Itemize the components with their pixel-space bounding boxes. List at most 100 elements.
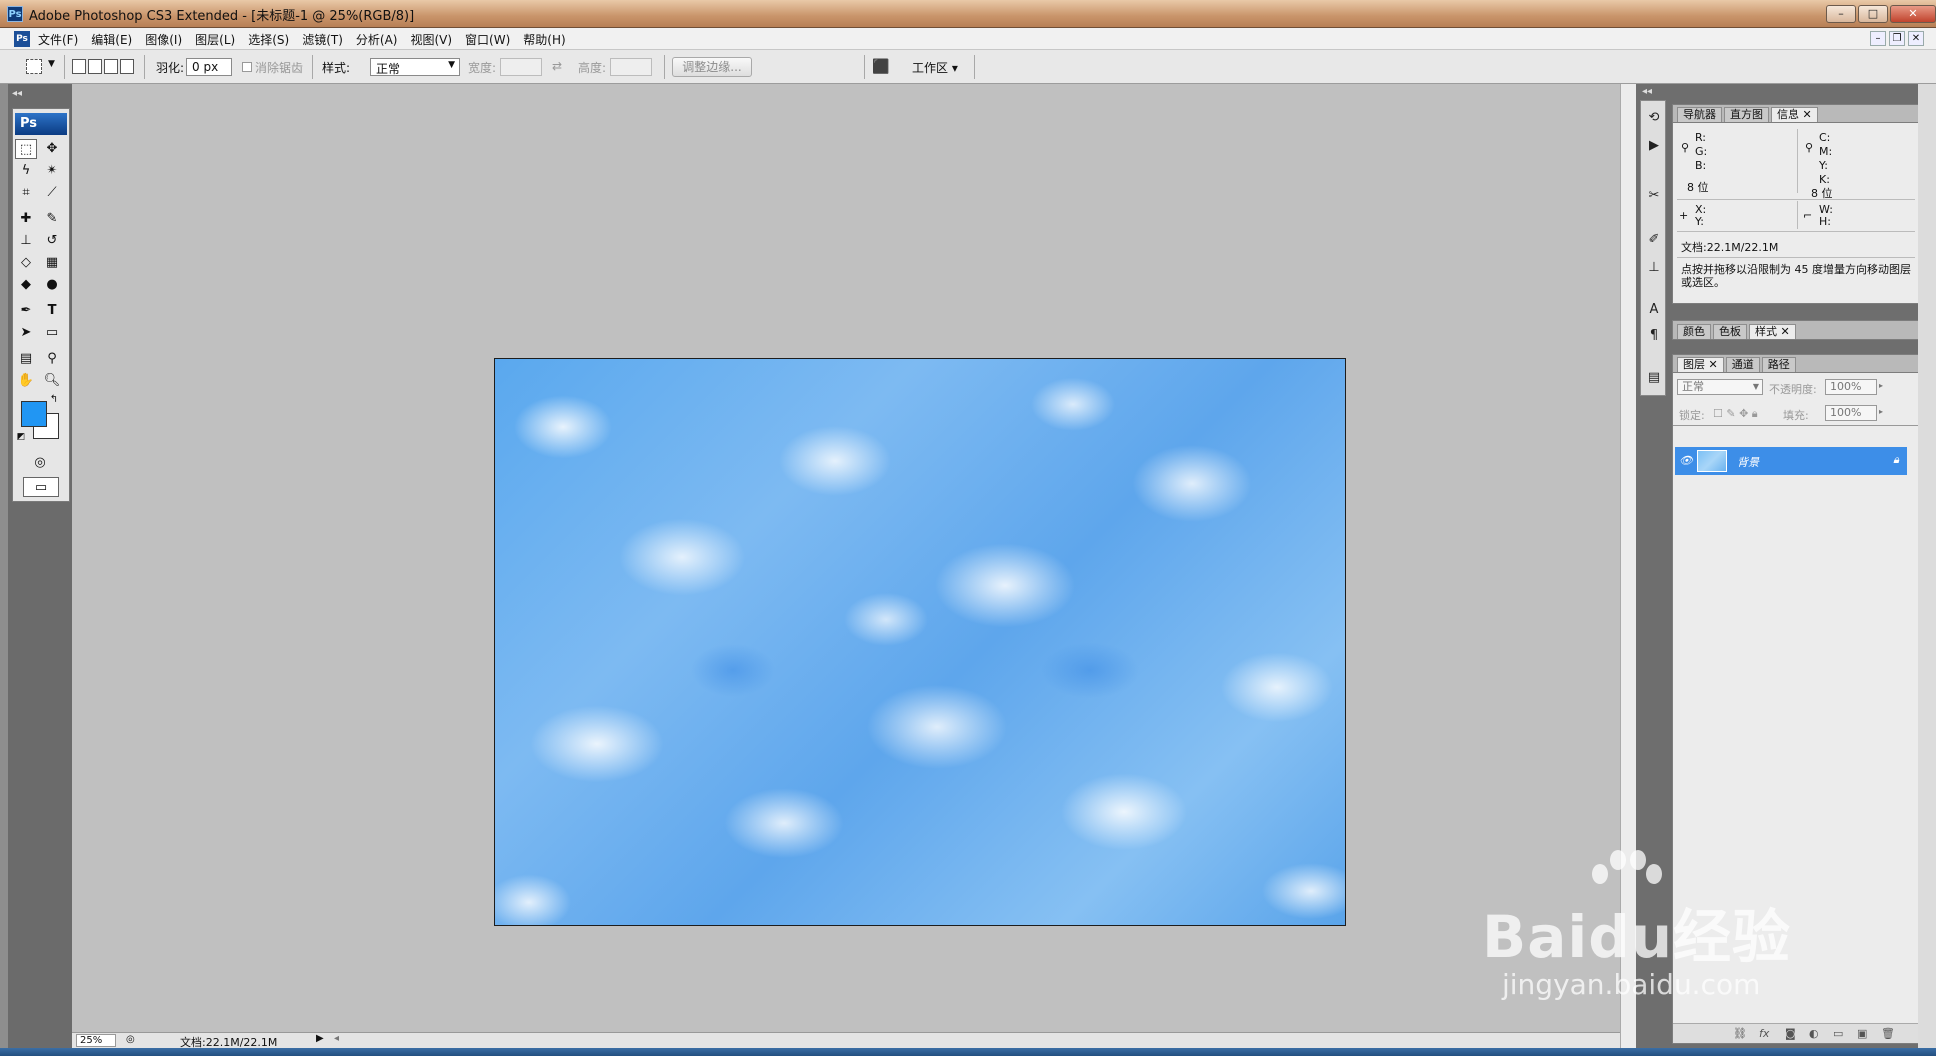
width-input[interactable] [500, 58, 542, 76]
menu-window[interactable]: 窗口(W) [465, 31, 510, 48]
new-selection-icon[interactable] [72, 59, 86, 74]
fill-input[interactable]: 100% [1825, 405, 1877, 421]
status-info-icon[interactable]: ◎ [126, 1034, 135, 1045]
zoom-field[interactable]: 25% [76, 1034, 116, 1047]
menu-file[interactable]: 文件(F) [38, 31, 78, 48]
close-tab-icon[interactable]: ✕ [1709, 358, 1718, 371]
expand-dock-icon[interactable]: ◂◂ [1642, 86, 1652, 97]
marquee-preset-icon[interactable] [26, 59, 42, 74]
status-menu-arrow-icon[interactable]: ▶ [316, 1033, 324, 1044]
swap-colors-icon[interactable]: ↰ [47, 393, 61, 407]
dodge-tool-icon[interactable]: ● [41, 275, 63, 295]
fill-slider-arrow-icon[interactable]: ▸ [1879, 407, 1883, 416]
tab-histogram[interactable]: 直方图 [1724, 107, 1769, 122]
quick-mask-icon[interactable]: ◎ [29, 453, 51, 473]
opacity-input[interactable]: 100% [1825, 379, 1877, 395]
subtract-selection-icon[interactable] [104, 59, 118, 74]
doc-close-button[interactable]: ✕ [1908, 31, 1924, 46]
menu-edit[interactable]: 编辑(E) [91, 31, 132, 48]
close-button[interactable]: ✕ [1890, 5, 1936, 23]
menu-help[interactable]: 帮助(H) [523, 31, 565, 48]
menu-analysis[interactable]: 分析(A) [356, 31, 398, 48]
canvas-clouds-image[interactable] [494, 358, 1346, 926]
menu-layer[interactable]: 图层(L) [195, 31, 235, 48]
delete-layer-icon[interactable]: 🗑︎ [1881, 1027, 1895, 1040]
type-tool-icon[interactable]: T [41, 301, 63, 321]
feather-input[interactable]: 0 px [186, 58, 232, 76]
history-panel-icon[interactable]: ⟲ [1643, 107, 1665, 129]
tab-channels[interactable]: 通道 [1725, 357, 1760, 372]
tool-presets-icon[interactable]: ✂ [1643, 185, 1665, 207]
refine-edge-button[interactable]: 调整边缘... [672, 57, 752, 77]
layer-mask-icon[interactable]: ◙ [1785, 1027, 1796, 1040]
tab-styles[interactable]: 样式 ✕ [1749, 324, 1796, 339]
brushes-panel-icon[interactable]: ✐ [1643, 229, 1665, 251]
close-tab-icon[interactable]: ✕ [1803, 108, 1812, 121]
clone-stamp-tool-icon[interactable]: ⊥ [15, 231, 37, 251]
tab-layers[interactable]: 图层 ✕ [1677, 357, 1724, 372]
opacity-slider-arrow-icon[interactable]: ▸ [1879, 381, 1883, 390]
antialias-checkbox[interactable]: 消除锯齿 [242, 59, 303, 76]
menu-select[interactable]: 选择(S) [248, 31, 289, 48]
hand-tool-icon[interactable]: ✋ [15, 371, 37, 391]
zoom-tool-icon[interactable]: 🔍︎ [41, 371, 63, 391]
foreground-color-swatch[interactable] [21, 401, 47, 427]
rectangular-marquee-tool-icon[interactable]: ⬚ [15, 139, 37, 159]
link-layers-icon[interactable]: ⛓ [1733, 1027, 1747, 1040]
collapse-toolbox-icon[interactable]: ◂◂ [12, 88, 22, 99]
path-selection-tool-icon[interactable]: ➤ [15, 323, 37, 343]
tab-paths[interactable]: 路径 [1761, 357, 1796, 372]
tab-navigator[interactable]: 导航器 [1677, 107, 1722, 122]
height-input[interactable] [610, 58, 652, 76]
style-select[interactable]: 正常 ▼ [370, 58, 460, 76]
default-colors-icon[interactable]: ◩ [15, 431, 27, 443]
move-tool-icon[interactable]: ✥ [41, 139, 63, 159]
minimize-button[interactable]: – [1826, 5, 1856, 23]
magic-wand-tool-icon[interactable]: ✴ [41, 161, 63, 181]
right-edge-scrollbar[interactable] [1918, 84, 1936, 1048]
doc-restore-button[interactable]: ❐ [1889, 31, 1905, 46]
tab-info[interactable]: 信息 ✕ [1771, 107, 1818, 122]
close-tab-icon[interactable]: ✕ [1781, 325, 1790, 338]
menu-view[interactable]: 视图(V) [410, 31, 452, 48]
preset-dropdown-icon[interactable]: ▼ [48, 59, 55, 69]
blend-mode-select[interactable]: 正常 ▼ [1677, 379, 1763, 395]
lasso-tool-icon[interactable]: ϟ [15, 161, 37, 181]
tab-swatches[interactable]: 色板 [1713, 324, 1747, 339]
notes-tool-icon[interactable]: ▤ [15, 349, 37, 369]
character-panel-icon[interactable]: A [1643, 299, 1665, 321]
adjustment-layer-icon[interactable]: ◐ [1809, 1027, 1819, 1040]
gradient-tool-icon[interactable]: ▦ [41, 253, 63, 273]
blur-tool-icon[interactable]: ◆ [15, 275, 37, 295]
layer-comps-icon[interactable]: ▤ [1643, 367, 1665, 389]
clone-source-icon[interactable]: ⊥ [1643, 257, 1665, 279]
document-icon[interactable]: Ps [14, 31, 30, 47]
maximize-button[interactable]: □ [1858, 5, 1888, 23]
doc-minimize-button[interactable]: – [1870, 31, 1886, 46]
swap-icon[interactable]: ⇄ [552, 59, 562, 73]
screen-mode-icon[interactable]: ▭ [23, 477, 59, 497]
layer-row-background[interactable]: 👁︎ 背景 🔒︎ [1675, 447, 1907, 475]
eraser-tool-icon[interactable]: ◇ [15, 253, 37, 273]
healing-brush-tool-icon[interactable]: ✚ [15, 209, 37, 229]
history-brush-tool-icon[interactable]: ↺ [41, 231, 63, 251]
actions-panel-icon[interactable]: ▶ [1643, 135, 1665, 157]
eye-icon[interactable]: 👁︎ [1679, 454, 1693, 467]
crop-tool-icon[interactable]: ⌗ [15, 183, 37, 203]
menu-filter[interactable]: 滤镜(T) [302, 31, 343, 48]
brush-tool-icon[interactable]: ✎ [41, 209, 63, 229]
new-layer-icon[interactable]: ▣ [1857, 1027, 1867, 1040]
layer-style-icon[interactable]: fx [1759, 1027, 1769, 1040]
bridge-icon[interactable]: ⬛ [872, 59, 889, 75]
pen-tool-icon[interactable]: ✒ [15, 301, 37, 321]
vertical-scrollbar[interactable] [1620, 84, 1636, 1048]
new-group-icon[interactable]: ▭ [1833, 1027, 1843, 1040]
add-selection-icon[interactable] [88, 59, 102, 74]
workspace-button[interactable]: 工作区 ▾ [912, 59, 958, 76]
scroll-left-icon[interactable]: ◂ [334, 1033, 339, 1044]
slice-tool-icon[interactable]: ⟋ [41, 183, 63, 203]
eyedropper-tool-icon[interactable]: ⚲ [41, 349, 63, 369]
lock-icons[interactable]: ☐ ✎ ✥ 🔒︎ [1713, 407, 1758, 421]
paragraph-panel-icon[interactable]: ¶ [1643, 325, 1665, 347]
intersect-selection-icon[interactable] [120, 59, 134, 74]
